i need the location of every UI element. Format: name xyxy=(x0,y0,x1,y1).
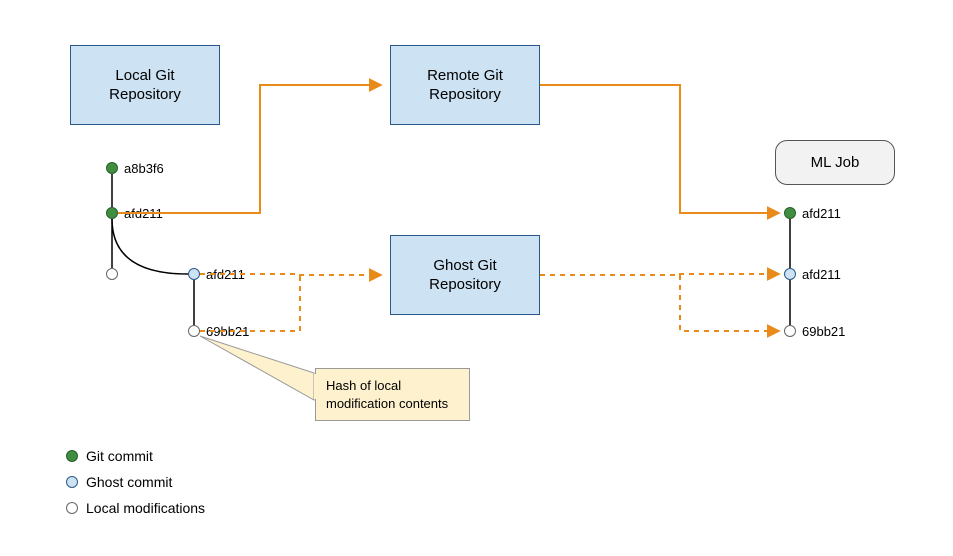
connectors xyxy=(0,0,953,556)
